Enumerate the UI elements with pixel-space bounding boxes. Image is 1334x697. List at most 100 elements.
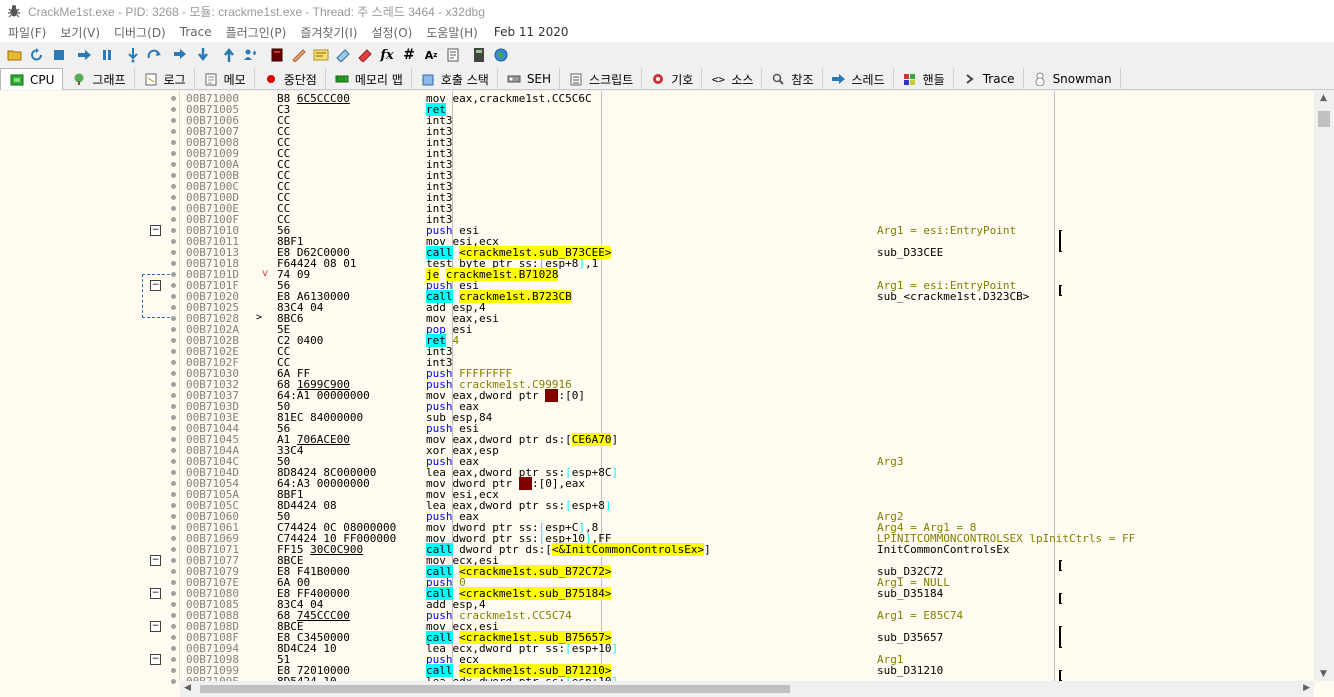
disassembly-row[interactable]: 00B71099 E8 72010000 call <crackme1st.sub_… bbox=[180, 664, 1314, 677]
disassembly-row[interactable]: 00B71007 CC int3 bbox=[180, 126, 1314, 137]
pause-icon[interactable] bbox=[96, 44, 118, 66]
breakpoint-dot[interactable] bbox=[171, 558, 176, 563]
disassembly-row[interactable]: 00B7101F 56 push esi Arg1 = esi:EntryPoint bbox=[180, 280, 1314, 291]
disassembly-row[interactable]: 00B71000 B8 6C5CCC00 mov eax,crackme1st.CC… bbox=[180, 93, 1314, 104]
scroll-down-icon[interactable]: ▼ bbox=[1320, 669, 1327, 679]
breakpoint-dot[interactable] bbox=[171, 415, 176, 420]
breakpoint-dot[interactable] bbox=[171, 613, 176, 618]
disassembly-row[interactable]: 00B71008 CC int3 bbox=[180, 137, 1314, 148]
trace-over-icon[interactable] bbox=[192, 44, 214, 66]
disassembly-row[interactable]: 00B7100D CC int3 bbox=[180, 192, 1314, 203]
run-to-user-code-icon[interactable] bbox=[240, 44, 262, 66]
disassembly-row[interactable]: 00B7105C 8D4424 08 lea eax,dword ptr ss:[e… bbox=[180, 500, 1314, 511]
scroll-up-icon[interactable]: ▲ bbox=[1320, 93, 1327, 103]
restart-icon[interactable] bbox=[26, 44, 48, 66]
disassembly-row[interactable]: 00B71098 51 push ecx Arg1 bbox=[180, 654, 1314, 665]
disassembly-row[interactable]: 00B71054 64:A3 00000000 mov dword ptr fs:[… bbox=[180, 477, 1314, 490]
breakpoint-dot[interactable] bbox=[171, 228, 176, 233]
tab-graph[interactable]: 그래프 bbox=[63, 68, 135, 90]
label-icon[interactable] bbox=[310, 44, 332, 66]
breakpoint-dot[interactable] bbox=[171, 272, 176, 277]
breakpoint-dot[interactable] bbox=[171, 492, 176, 497]
hash-icon[interactable]: # bbox=[398, 44, 420, 66]
disassembly-row[interactable]: 00B7100E CC int3 bbox=[180, 203, 1314, 214]
disassembly-row[interactable]: 00B71071 FF15 30C0C900 call dword ptr ds:[… bbox=[180, 543, 1314, 556]
scroll-right-icon[interactable]: ▶ bbox=[1303, 683, 1310, 693]
breakpoint-dot[interactable] bbox=[171, 118, 176, 123]
disassembly-row[interactable]: 00B71077 8BCE mov ecx,esi bbox=[180, 555, 1314, 566]
breakpoint-dot[interactable] bbox=[171, 195, 176, 200]
vertical-scrollbar[interactable]: ▲ ▼ bbox=[1314, 91, 1334, 681]
disassembly-row[interactable]: 00B7101D 74 09 je crackme1st.B71028 bbox=[180, 268, 1314, 281]
breakpoint-dot[interactable] bbox=[171, 481, 176, 486]
options-icon[interactable] bbox=[442, 44, 464, 66]
breakpoint-dot[interactable] bbox=[171, 679, 176, 684]
breakpoint-dot[interactable] bbox=[171, 470, 176, 475]
fx-icon[interactable]: fx bbox=[376, 44, 398, 66]
trace-into-icon[interactable] bbox=[170, 44, 192, 66]
comment-icon[interactable] bbox=[288, 44, 310, 66]
breakpoint-dot[interactable] bbox=[171, 217, 176, 222]
tab-references[interactable]: 참조 bbox=[762, 68, 823, 90]
disassembly-row[interactable]: 00B71009 CC int3 bbox=[180, 148, 1314, 159]
horizontal-scroll-thumb[interactable] bbox=[200, 685, 790, 693]
tab-threads[interactable]: 스레드 bbox=[823, 68, 894, 90]
disassembly-row[interactable]: 00B7103E 81EC 84000000 sub esp,84 bbox=[180, 412, 1314, 423]
disassembly-row[interactable]: 00B7102B C2 0400 ret 4 bbox=[180, 334, 1314, 347]
breakpoint-dot[interactable] bbox=[171, 459, 176, 464]
disassembly-row[interactable]: 00B71044 56 push esi bbox=[180, 423, 1314, 434]
vertical-scroll-thumb[interactable] bbox=[1318, 111, 1330, 127]
menu-trace[interactable]: Trace bbox=[180, 25, 212, 39]
disassembly-row[interactable]: 00B71094 8D4C24 10 lea ecx,dword ptr ss:[e… bbox=[180, 643, 1314, 654]
breakpoint-dot[interactable] bbox=[171, 525, 176, 530]
disassembly-row[interactable]: 00B71010 56 push esi Arg1 = esi:EntryPoint bbox=[180, 225, 1314, 236]
disassembly-pane[interactable]: 00B71000 B8 6C5CCC00 mov eax,crackme1st.CC… bbox=[180, 91, 1314, 681]
tab-call-stack[interactable]: 호출 스택 bbox=[412, 68, 498, 90]
breakpoint-dot[interactable] bbox=[171, 360, 176, 365]
disassembly-row[interactable]: 00B71028 8BC6 mov eax,esi bbox=[180, 313, 1314, 324]
breakpoint-dot[interactable] bbox=[171, 129, 176, 134]
step-over-icon[interactable] bbox=[144, 44, 166, 66]
run-icon[interactable] bbox=[74, 44, 96, 66]
disassembly-row[interactable]: 00B71006 CC int3 bbox=[180, 115, 1314, 126]
branch-gutter[interactable]: − − − − − − bbox=[0, 91, 180, 684]
stop-icon[interactable] bbox=[48, 44, 70, 66]
breakpoint-dot[interactable] bbox=[171, 536, 176, 541]
breakpoint-dot[interactable] bbox=[171, 316, 176, 321]
breakpoint-dot[interactable] bbox=[171, 250, 176, 255]
tab-breakpoints[interactable]: 중단점 bbox=[255, 68, 326, 90]
disassembly-row[interactable]: 00B7102E CC int3 bbox=[180, 346, 1314, 357]
breakpoint-dot[interactable] bbox=[171, 514, 176, 519]
breakpoint-dot[interactable] bbox=[171, 294, 176, 299]
disassembly-row[interactable]: 00B71030 6A FF push FFFFFFFF bbox=[180, 368, 1314, 379]
menu-view[interactable]: 보기(V) bbox=[60, 24, 100, 41]
menu-help[interactable]: 도움말(H) bbox=[426, 24, 478, 41]
menu-debug[interactable]: 디버그(D) bbox=[114, 24, 166, 41]
breakpoint-dot[interactable] bbox=[171, 107, 176, 112]
disassembly-row[interactable]: 00B71011 8BF1 mov esi,ecx bbox=[180, 236, 1314, 247]
disassembly-row[interactable]: 00B7102F CC int3 bbox=[180, 357, 1314, 368]
disassembly-row[interactable]: 00B71045 A1 706ACE00 mov eax,dword ptr ds:… bbox=[180, 433, 1314, 446]
menu-plugins[interactable]: 플러그인(P) bbox=[226, 24, 287, 41]
fold-toggle[interactable]: − bbox=[150, 555, 161, 566]
disassembly-row[interactable]: 00B71079 E8 F41B0000 call <crackme1st.sub_… bbox=[180, 565, 1314, 578]
breakpoint-dot[interactable] bbox=[171, 184, 176, 189]
tab-memory-map[interactable]: 메모리 맵 bbox=[326, 68, 412, 90]
tab-notes[interactable]: 메모 bbox=[195, 68, 255, 90]
disassembly-row[interactable]: 00B7104A 33C4 xor eax,esp bbox=[180, 445, 1314, 456]
breakpoint-dot[interactable] bbox=[171, 437, 176, 442]
disassembly-row[interactable]: 00B7105A 8BF1 mov esi,ecx bbox=[180, 489, 1314, 500]
breakpoint-dot[interactable] bbox=[171, 624, 176, 629]
tab-handles[interactable]: 핸들 bbox=[894, 68, 954, 90]
fold-toggle[interactable]: − bbox=[150, 621, 161, 632]
breakpoint-dot[interactable] bbox=[171, 173, 176, 178]
calculator-icon[interactable] bbox=[468, 44, 490, 66]
disassembly-row[interactable]: 00B7107E 6A 00 push 0 Arg1 = NULL bbox=[180, 577, 1314, 588]
function-icon[interactable] bbox=[354, 44, 376, 66]
patch-icon[interactable] bbox=[266, 44, 288, 66]
disassembly-row[interactable]: 00B71085 83C4 04 add esp,4 bbox=[180, 599, 1314, 610]
breakpoint-dot[interactable] bbox=[171, 96, 176, 101]
tab-source[interactable]: <> 소스 bbox=[702, 68, 763, 90]
breakpoint-dot[interactable] bbox=[171, 580, 176, 585]
breakpoint-dot[interactable] bbox=[171, 404, 176, 409]
